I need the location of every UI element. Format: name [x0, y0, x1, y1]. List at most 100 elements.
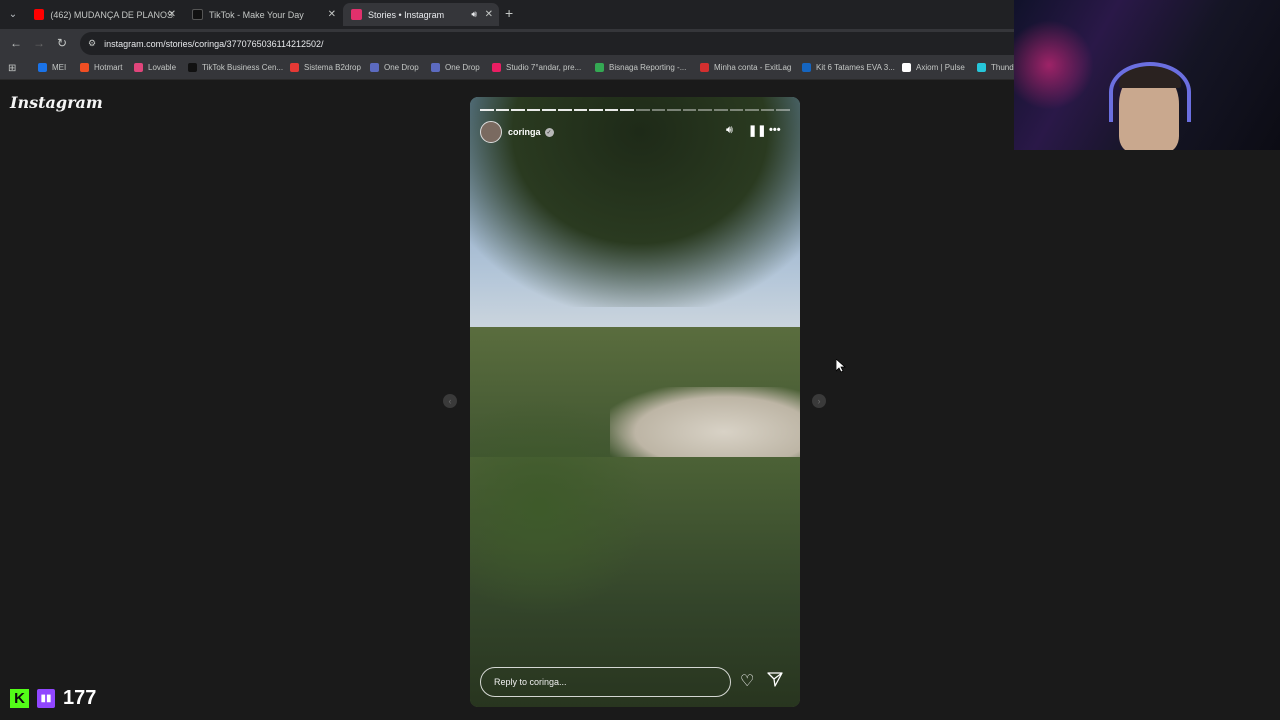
- progress-segment: [557, 109, 572, 111]
- progress-segment: [776, 109, 790, 111]
- new-tab-button[interactable]: +: [505, 5, 513, 21]
- bookmark-item[interactable]: Hotmart: [80, 63, 122, 72]
- reply-placeholder: Reply to coringa...: [494, 677, 567, 687]
- bookmark-label: Kit 6 Tatames EVA 3...: [816, 63, 895, 72]
- progress-segment: [542, 109, 556, 111]
- youtube-icon: [34, 9, 45, 20]
- bookmark-label: Axiom | Pulse: [916, 63, 965, 72]
- tab-youtube[interactable]: (462) MUDANÇA DE PLANOS: ( ✕: [26, 3, 182, 26]
- bookmark-favicon-icon: [290, 63, 299, 72]
- bookmark-favicon-icon: [492, 63, 501, 72]
- instagram-page: Instagram ‹ › coringa ✓ 🔊︎ ❚❚ ••• Reply …: [0, 81, 1280, 720]
- bookmark-item[interactable]: Axiom | Pulse: [902, 63, 965, 72]
- tab-search-dropdown[interactable]: ⌄: [5, 6, 21, 22]
- previous-story-button[interactable]: ‹: [443, 394, 457, 408]
- close-icon[interactable]: ✕: [168, 9, 176, 20]
- bookmark-label: Bisnaga Reporting -...: [609, 63, 687, 72]
- viewer-counter: K ▮▮ 177: [10, 687, 96, 710]
- back-icon[interactable]: ←: [10, 36, 22, 50]
- forward-icon[interactable]: →: [33, 36, 45, 50]
- reload-icon[interactable]: ↻: [57, 36, 67, 50]
- bookmark-label: Studio 7°andar, pre...: [506, 63, 582, 72]
- tab-label: (462) MUDANÇA DE PLANOS: (: [50, 9, 174, 20]
- bookmark-item[interactable]: Kit 6 Tatames EVA 3...: [802, 63, 895, 72]
- tiktok-icon: [192, 9, 203, 20]
- close-icon[interactable]: ✕: [328, 9, 336, 20]
- next-story-button[interactable]: ›: [812, 394, 826, 408]
- progress-segment: [495, 109, 510, 111]
- bookmark-label: Hotmart: [94, 63, 123, 72]
- close-icon[interactable]: ✕: [485, 9, 493, 20]
- bookmark-label: MEI: [52, 63, 67, 72]
- verified-badge-icon: ✓: [544, 127, 554, 137]
- viewer-count: 177: [63, 687, 97, 709]
- progress-segment: [511, 109, 525, 111]
- bookmark-item[interactable]: Thunde: [977, 63, 1018, 72]
- progress-segment: [620, 109, 634, 111]
- bookmark-item[interactable]: Minha conta - ExitLag: [700, 63, 791, 72]
- tab-tiktok[interactable]: TikTok - Make Your Day ✕: [184, 3, 342, 26]
- pause-icon[interactable]: ❚❚: [748, 124, 766, 137]
- tab-label: Stories • Instagram: [368, 9, 445, 20]
- story-viewer[interactable]: coringa ✓ 🔊︎ ❚❚ ••• Reply to coringa... …: [470, 97, 800, 707]
- bookmark-favicon-icon: [188, 63, 197, 72]
- avatar[interactable]: [480, 121, 502, 143]
- bookmark-item[interactable]: Lovable: [134, 63, 176, 72]
- bookmark-item[interactable]: One Drop: [431, 63, 480, 72]
- bookmark-label: TikTok Business Cen...: [202, 63, 284, 72]
- bookmark-item[interactable]: TikTok Business Cen...: [188, 63, 283, 72]
- apps-grid-icon[interactable]: ⊞: [8, 63, 16, 74]
- instagram-icon: [351, 9, 362, 20]
- more-options-icon[interactable]: •••: [769, 124, 781, 136]
- bookmark-favicon-icon: [977, 63, 986, 72]
- progress-segment: [589, 109, 603, 111]
- progress-segment: [667, 109, 681, 111]
- bookmark-favicon-icon: [370, 63, 379, 72]
- reply-input[interactable]: Reply to coringa...: [480, 667, 731, 697]
- progress-segment: [604, 109, 619, 111]
- progress-segment: [713, 109, 728, 111]
- bookmark-item[interactable]: Studio 7°andar, pre...: [492, 63, 581, 72]
- speaker-icon[interactable]: 🔊︎: [471, 9, 477, 20]
- like-heart-icon[interactable]: ♡: [740, 671, 754, 691]
- bookmark-label: Sistema B2drop: [304, 63, 361, 72]
- bookmark-label: Lovable: [148, 63, 177, 72]
- story-username[interactable]: coringa: [508, 127, 541, 137]
- bookmark-favicon-icon: [134, 63, 143, 72]
- bookmark-favicon-icon: [595, 63, 604, 72]
- tab-instagram[interactable]: Stories • Instagram 🔊︎ ✕: [343, 3, 499, 26]
- bookmark-item[interactable]: Sistema B2drop: [290, 63, 361, 72]
- tab-label: TikTok - Make Your Day: [209, 9, 304, 20]
- mute-icon[interactable]: 🔊︎: [726, 124, 733, 137]
- story-progress-bar: [480, 109, 790, 111]
- twitch-logo-icon: ▮▮: [37, 689, 55, 708]
- progress-segment: [526, 109, 541, 111]
- bookmark-favicon-icon: [802, 63, 811, 72]
- bookmark-favicon-icon: [431, 63, 440, 72]
- bookmark-label: One Drop: [445, 63, 480, 72]
- bookmark-favicon-icon: [902, 63, 911, 72]
- bookmark-label: One Drop: [384, 63, 419, 72]
- progress-segment: [573, 109, 588, 111]
- address-bar[interactable]: ⚙ instagram.com/stories/coringa/37707650…: [80, 32, 1030, 55]
- progress-segment: [745, 109, 759, 111]
- bookmark-item[interactable]: Bisnaga Reporting -...: [595, 63, 686, 72]
- mouse-cursor-icon: [836, 359, 846, 373]
- bookmark-item[interactable]: MEI: [38, 63, 66, 72]
- progress-segment: [651, 109, 666, 111]
- progress-segment: [682, 109, 697, 111]
- bookmark-favicon-icon: [80, 63, 89, 72]
- bookmark-item[interactable]: One Drop: [370, 63, 419, 72]
- story-header: coringa ✓: [480, 121, 554, 143]
- url-text: instagram.com/stories/coringa/3770765036…: [104, 38, 324, 49]
- instagram-logo[interactable]: Instagram: [10, 93, 103, 112]
- webcam-overlay: [1014, 0, 1280, 150]
- bookmark-favicon-icon: [38, 63, 47, 72]
- kick-logo-icon: K: [10, 689, 29, 708]
- progress-segment: [635, 109, 650, 111]
- headphones: [1109, 62, 1191, 122]
- progress-segment: [729, 109, 744, 111]
- site-info-icon[interactable]: ⚙: [88, 38, 96, 49]
- progress-segment: [480, 109, 494, 111]
- send-icon[interactable]: [767, 671, 783, 687]
